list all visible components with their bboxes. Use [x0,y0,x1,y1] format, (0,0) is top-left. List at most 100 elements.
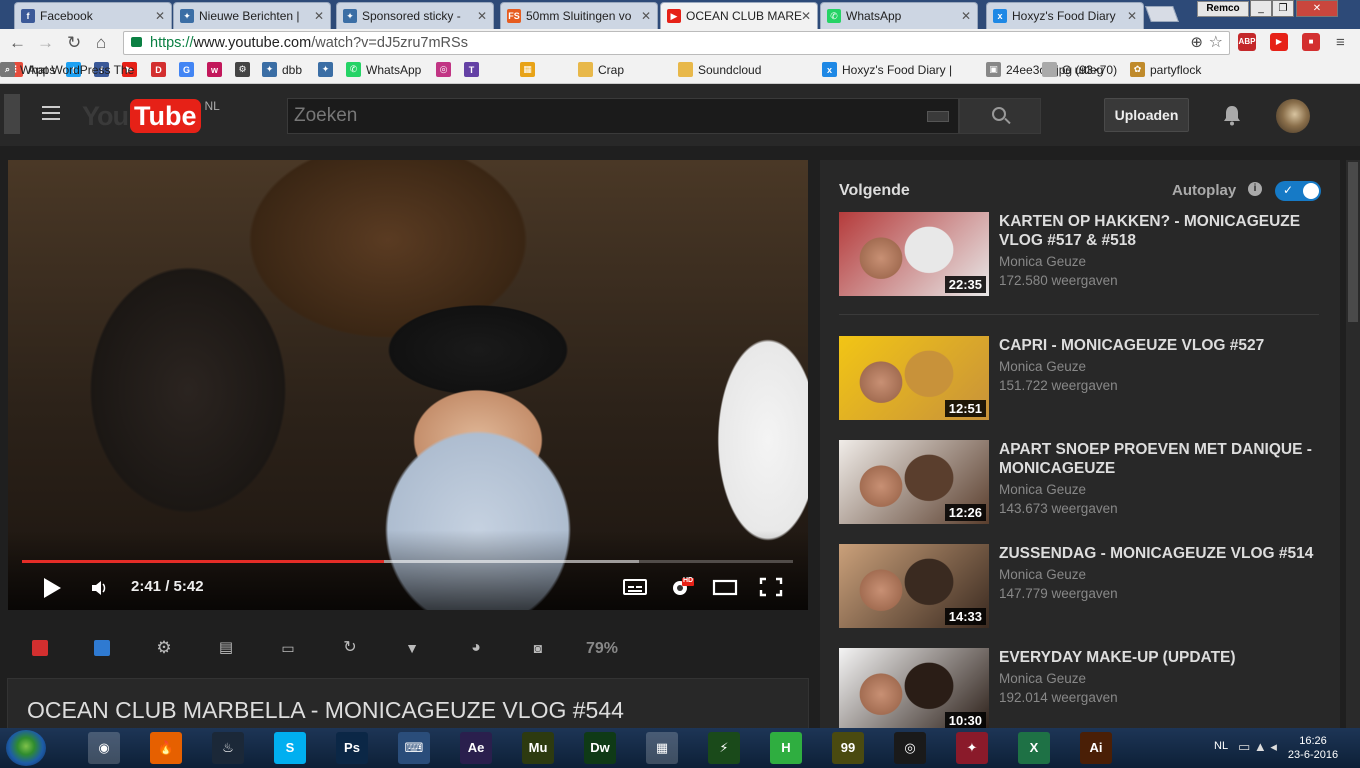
browser-tab[interactable]: f Facebook ✕ [14,2,172,29]
bookmark-item[interactable]: ✦ dbb [262,62,302,77]
autoplay-toggle[interactable]: ✓ [1275,181,1321,201]
close-window-button[interactable]: ✕ [1296,0,1338,17]
upload-button[interactable]: Uploaden [1104,98,1189,132]
tab-close-icon[interactable]: ✕ [155,9,165,23]
aftereffects-taskbar-icon[interactable]: Ae [460,732,492,764]
illustrator-taskbar-icon[interactable]: Ai [1080,732,1112,764]
bookmark-item[interactable]: ◎ [436,62,456,77]
bookmark-item[interactable]: w [207,62,227,77]
clock[interactable]: 16:26 23-6-2016 [1278,734,1348,762]
h-taskbar-icon[interactable]: H [770,732,802,764]
ring-taskbar-icon[interactable]: ◎ [894,732,926,764]
related-video[interactable]: 12:26 APART SNOEP PROEVEN MET DANIQUE - M… [839,440,1319,526]
tab-close-icon[interactable]: ✕ [961,9,971,23]
youtube-logo[interactable]: You Tube NL [82,99,220,133]
keyboard-icon[interactable] [927,111,949,122]
video-thumbnail[interactable]: 12:51 [839,336,989,420]
bookmark-item[interactable]: ▦ [520,62,540,77]
bookmark-item[interactable]: ✿ partyflock [1130,62,1201,77]
info-icon[interactable]: i [1248,182,1262,196]
bookmark-star-icon[interactable]: ☆ [1209,32,1223,54]
film-taskbar-icon[interactable]: ▦ [646,732,678,764]
bird-taskbar-icon[interactable]: ✦ [956,732,988,764]
tab-close-icon[interactable]: ✕ [1127,9,1137,23]
tab-close-icon[interactable]: ✕ [314,9,324,23]
bookmark-item[interactable]: G [179,62,199,77]
channel-name[interactable]: Monica Geuze [999,567,1086,582]
firefox-taskbar-icon[interactable]: 🔥 [150,732,182,764]
channel-name[interactable]: Monica Geuze [999,254,1086,269]
channel-name[interactable]: Monica Geuze [999,359,1086,374]
start-button[interactable] [6,730,46,766]
bookmark-item[interactable]: ⌕ What WordPress The [0,62,134,77]
bookmark-item[interactable]: ⚙ [235,62,255,77]
steam-taskbar-icon[interactable]: ♨ [212,732,244,764]
volume-icon[interactable] [90,579,108,597]
side-tab[interactable] [4,94,20,134]
minimize-button[interactable]: _ [1250,0,1272,17]
related-video[interactable]: 10:30 EVERYDAY MAKE-UP (UPDATE) Monica Geu… [839,648,1319,734]
video-title[interactable]: APART SNOEP PROEVEN MET DANIQUE - MONICA… [999,440,1319,478]
bookmark-item[interactable]: G uitleg [1042,62,1103,77]
game-taskbar-icon[interactable]: ⚡ [708,732,740,764]
tray-icons[interactable]: ▭ ▲ ◂ [1238,739,1277,755]
camera-icon[interactable]: ◙ [530,640,546,656]
subtitles-icon[interactable] [622,576,648,598]
keyboard-taskbar-icon[interactable]: ⌨ [398,732,430,764]
video-title[interactable]: CAPRI - MONICAGEUZE VLOG #527 [999,336,1319,355]
browser-tab[interactable]: ✦ Nieuwe Berichten | ✕ [173,2,331,29]
bookmark-item[interactable]: D [151,62,171,77]
video-player[interactable]: 2:41 / 5:42 HD [8,160,808,610]
video-title[interactable]: KARTEN OP HAKKEN? - MONICAGEUZE VLOG #51… [999,212,1319,250]
bookmark-item[interactable]: ✆ WhatsApp [346,62,421,77]
video-thumbnail[interactable]: 12:26 [839,440,989,524]
bookmark-item[interactable]: T [464,62,484,77]
film-icon[interactable]: ▤ [218,640,234,656]
screen-icon[interactable]: ▭ [280,640,296,656]
skype-taskbar-icon[interactable]: S [274,732,306,764]
globe-icon[interactable]: ◕ [468,640,484,656]
bookmark-item[interactable]: Soundcloud [678,62,761,77]
profile-button[interactable]: Remco [1197,1,1249,17]
excel-taskbar-icon[interactable]: X [1018,732,1050,764]
related-video[interactable]: 22:35 KARTEN OP HAKKEN? - MONICAGEUZE VLO… [839,212,1319,298]
chrome-taskbar-icon[interactable]: ◉ [88,732,120,764]
channel-name[interactable]: Monica Geuze [999,671,1086,686]
account-avatar[interactable] [1276,99,1310,133]
tab-close-icon[interactable]: ✕ [641,9,651,23]
tab-close-icon[interactable]: ✕ [477,9,487,23]
tab-close-icon[interactable]: ✕ [801,9,811,23]
video-title[interactable]: ZUSSENDAG - MONICAGEUZE VLOG #514 [999,544,1319,563]
search-button[interactable] [959,98,1041,134]
fullscreen-icon[interactable] [758,576,784,598]
browser-tab[interactable]: ✦ Sponsored sticky - ✕ [336,2,494,29]
browser-tab[interactable]: FS 50mm Sluitingen vo ✕ [500,2,658,29]
language-indicator[interactable]: NL [1214,740,1228,752]
zoom-icon[interactable]: ⊕ [1190,32,1203,54]
yellow-taskbar-icon[interactable]: 99 [832,732,864,764]
filter-icon[interactable]: ▼ [404,640,420,656]
page-scrollbar[interactable] [1346,160,1360,730]
browser-tab[interactable]: x Hoxyz's Food Diary ✕ [986,2,1144,29]
photoshop-taskbar-icon[interactable]: Ps [336,732,368,764]
browser-tab[interactable]: ✆ WhatsApp ✕ [820,2,978,29]
muse-taskbar-icon[interactable]: Mu [522,732,554,764]
theater-mode-icon[interactable] [712,576,738,598]
video-title[interactable]: EVERYDAY MAKE-UP (UPDATE) [999,648,1319,667]
forward-icon[interactable]: → [37,33,54,53]
abp-icon[interactable]: ABP [1238,33,1256,51]
red-ext-icon[interactable]: ■ [1302,33,1320,51]
video-thumbnail[interactable]: 22:35 [839,212,989,296]
chrome-menu-icon[interactable]: ≡ [1336,33,1345,53]
reload-icon[interactable]: ↻ [67,33,81,53]
video-thumbnail[interactable]: 10:30 [839,648,989,732]
back-icon[interactable]: ← [9,33,26,53]
search-input[interactable]: Zoeken [287,98,959,134]
bookmark-item[interactable]: x Hoxyz's Food Diary | [822,62,952,77]
maximize-button[interactable]: ❐ [1272,0,1294,17]
popout-icon[interactable] [94,640,110,656]
video-thumbnail[interactable]: 14:33 [839,544,989,628]
related-video[interactable]: 14:33 ZUSSENDAG - MONICAGEUZE VLOG #514 Mo… [839,544,1319,630]
browser-tab[interactable]: ▶ OCEAN CLUB MARE ✕ [660,2,818,29]
bookmark-item[interactable]: ✦ [318,62,338,77]
